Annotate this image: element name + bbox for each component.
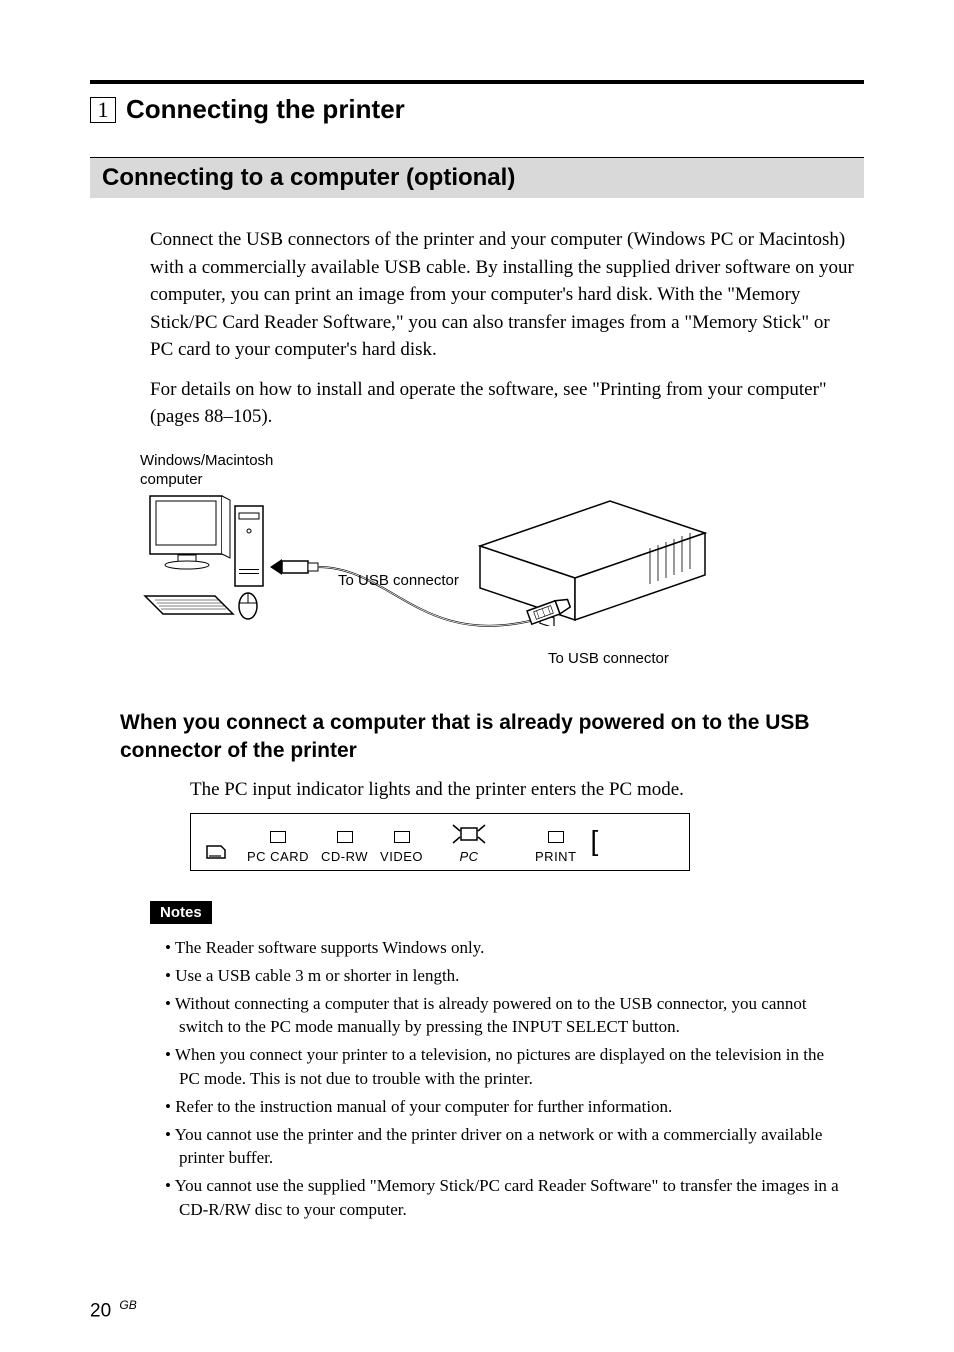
pc-indicator-lit: PC: [449, 823, 489, 864]
subheading: When you connect a computer that is alre…: [120, 709, 854, 766]
body-paragraph-1: Connect the USB connectors of the printe…: [150, 226, 854, 364]
note-item: Refer to the instruction manual of your …: [165, 1095, 844, 1119]
top-rule: [90, 80, 864, 84]
cdrw-indicator: CD-RW: [321, 831, 368, 864]
page-number: 20 GB: [90, 1298, 137, 1322]
note-item: You cannot use the supplied "Memory Stic…: [165, 1174, 844, 1222]
indicator-box-icon: [270, 831, 286, 843]
indicator-label: CD-RW: [321, 849, 368, 864]
indicator-label: PC: [459, 849, 478, 864]
indicator-label: VIDEO: [380, 849, 423, 864]
bracket-icon: [: [591, 825, 599, 857]
memorystick-icon: [205, 844, 227, 860]
indicator-area: PC CARD CD-RW VIDEO PC PRINT [: [190, 813, 864, 871]
computer-label: Windows/Macintosh computer: [140, 451, 273, 490]
usb-label-top: To USB connector: [338, 571, 459, 591]
print-indicator: PRINT: [535, 831, 577, 864]
note-item: Use a USB cable 3 m or shorter in length…: [165, 964, 844, 988]
indicator-box-icon: [548, 831, 564, 843]
subsection-title: Connecting to a computer (optional): [102, 164, 515, 191]
usb-label-bottom: To USB connector: [548, 649, 669, 669]
section-title-text: Connecting the printer: [126, 94, 405, 125]
body-paragraph-2: For details on how to install and operat…: [150, 376, 854, 431]
indicator-box-icon: [394, 831, 410, 843]
pc-indicator-glow-icon: [449, 823, 489, 845]
indicator-label: PC CARD: [247, 849, 309, 864]
indicator-label: PRINT: [535, 849, 577, 864]
section-number-box: 1: [90, 97, 116, 123]
indicator-box-icon: [337, 831, 353, 843]
note-item: The Reader software supports Windows onl…: [165, 936, 844, 960]
note-item: You cannot use the printer and the print…: [165, 1123, 844, 1171]
indicator-panel: PC CARD CD-RW VIDEO PC PRINT [: [190, 813, 690, 871]
connection-diagram: Windows/Macintosh computer: [140, 451, 864, 681]
subsection-bar: Connecting to a computer (optional): [90, 157, 864, 198]
light-rays-icon: [534, 0, 584, 6]
notes-list: The Reader software supports Windows onl…: [165, 936, 844, 1222]
note-item: Without connecting a computer that is al…: [165, 992, 844, 1040]
video-indicator: VIDEO: [380, 831, 423, 864]
usb-cable-icon: [270, 551, 590, 661]
section-title: 1 Connecting the printer: [90, 94, 864, 125]
note-item: When you connect your printer to a telev…: [165, 1043, 844, 1091]
subheading-text: The PC input indicator lights and the pr…: [190, 776, 854, 804]
page-number-value: 20: [90, 1300, 111, 1321]
computer-icon: [140, 491, 270, 621]
memstick-indicator: [205, 844, 227, 864]
page-suffix: GB: [119, 1298, 136, 1312]
notes-label: Notes: [150, 901, 212, 924]
pccard-indicator: PC CARD: [247, 831, 309, 864]
